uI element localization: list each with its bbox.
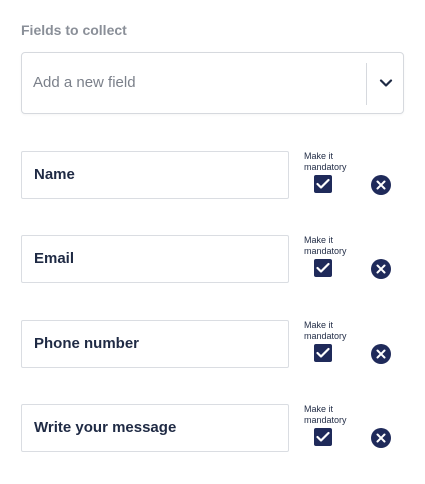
field-row-email: Email Make it mandatory <box>21 235 401 295</box>
field-box[interactable]: Write your message <box>21 404 289 452</box>
divider <box>366 63 367 105</box>
check-icon <box>316 262 330 273</box>
field-row-phone: Phone number Make it mandatory <box>21 320 401 380</box>
close-icon <box>376 180 386 190</box>
remove-field-button[interactable] <box>371 259 391 279</box>
field-box[interactable]: Phone number <box>21 320 289 368</box>
field-name: Email <box>34 250 75 267</box>
field-row-message: Write your message Make it mandatory <box>21 404 401 464</box>
mandatory-checkbox[interactable] <box>314 259 332 277</box>
remove-field-button[interactable] <box>371 344 391 364</box>
close-icon <box>376 433 386 443</box>
mandatory-label: Make it mandatory <box>304 404 347 425</box>
mandatory-label: Make it mandatory <box>304 320 347 341</box>
check-icon <box>316 178 330 189</box>
field-name: Name <box>34 166 75 183</box>
field-name: Write your message <box>34 419 177 436</box>
mandatory-checkbox[interactable] <box>314 428 332 446</box>
mandatory-checkbox[interactable] <box>314 344 332 362</box>
remove-field-button[interactable] <box>371 428 391 448</box>
field-name: Phone number <box>34 335 140 352</box>
field-box[interactable]: Name <box>21 151 289 199</box>
chevron-down-icon[interactable] <box>378 76 394 90</box>
mandatory-label: Make it mandatory <box>304 151 347 172</box>
mandatory-checkbox[interactable] <box>314 175 332 193</box>
remove-field-button[interactable] <box>371 175 391 195</box>
add-field-placeholder[interactable]: Add a new field <box>33 53 136 113</box>
mandatory-label: Make it mandatory <box>304 235 347 256</box>
add-field-select[interactable]: Add a new field <box>21 52 404 114</box>
check-icon <box>316 431 330 442</box>
field-box[interactable]: Email <box>21 235 289 283</box>
field-row-name: Name Make it mandatory <box>21 151 401 211</box>
fields-section-label: Fields to collect <box>21 22 127 38</box>
check-icon <box>316 347 330 358</box>
close-icon <box>376 349 386 359</box>
close-icon <box>376 264 386 274</box>
